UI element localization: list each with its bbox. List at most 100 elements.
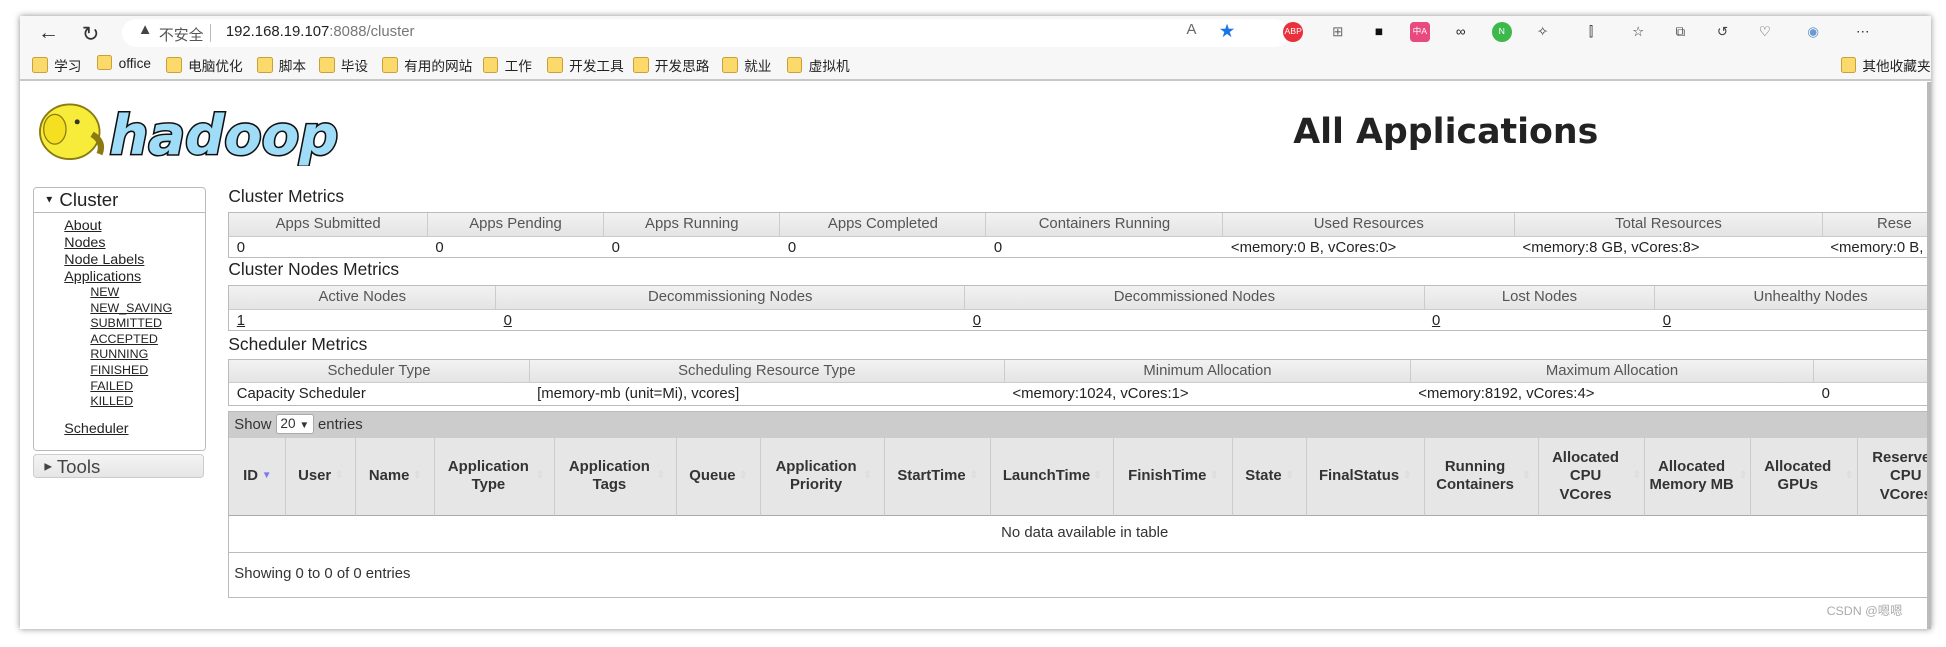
address-bar[interactable]: ▲ 不安全 192.168.19.107:8088/cluster A ★ <box>121 18 1289 48</box>
back-icon[interactable]: ← <box>35 21 62 45</box>
scrollbar[interactable] <box>1927 81 1932 630</box>
column-header-queue[interactable]: Queue ⇕ <box>677 437 761 517</box>
cell-value[interactable]: 1 <box>229 310 496 332</box>
extension-icon[interactable]: ↺ <box>1713 22 1733 42</box>
sidebar-link-nodes[interactable]: Nodes <box>64 235 204 252</box>
column-label: ID <box>243 468 259 485</box>
extension-icon[interactable]: ⫿ <box>1581 22 1601 42</box>
divider <box>209 23 211 43</box>
security-label[interactable]: 不安全 <box>159 24 204 45</box>
page-title: All Applications <box>1293 111 1599 152</box>
cell-value[interactable]: 0 <box>965 310 1424 332</box>
sidebar-state-submitted[interactable]: SUBMITTED <box>64 316 204 332</box>
bookmark-item[interactable]: 开发工具 <box>547 55 624 75</box>
column-header-running-containers[interactable]: Running Containers ⇕ <box>1424 437 1539 517</box>
bookmark-item[interactable]: 虚拟机 <box>786 55 850 75</box>
column-header: Scheduling Resource Type <box>529 359 1006 382</box>
cell-value: [memory-mb (unit=Mi), vcores] <box>537 385 740 402</box>
column-header-starttime[interactable]: StartTime ⇕ <box>884 437 992 517</box>
bookmark-label: 其他收藏夹 <box>1862 58 1931 74</box>
bookmark-item[interactable]: 学习 <box>32 55 81 75</box>
favorite-star-icon[interactable]: ★ <box>1219 20 1236 42</box>
caret-right-icon: ▶ <box>44 461 53 473</box>
read-aloud-icon[interactable]: A <box>1186 22 1196 38</box>
table-row: 0 0 0 0 0 <memory:0 B, vCores:0> <memory:8 GB,… <box>229 235 1928 259</box>
bookmark-item[interactable]: 脚本 <box>256 55 306 75</box>
sidebar-tools[interactable]: ▶ Tools <box>33 454 204 478</box>
column-header-state[interactable]: State ⇕ <box>1233 437 1307 517</box>
folder-icon <box>96 54 113 71</box>
extension-icon[interactable]: ⊞ <box>1328 22 1348 42</box>
bookmark-item[interactable]: 电脑优化 <box>166 55 243 75</box>
bookmarks-bar: 其他收藏夹 学习 office 电脑优化 脚本 毕设 有用的网站 工作 开发工具 开发思路 就业 虚… <box>19 49 1932 82</box>
bookmark-item[interactable]: office <box>96 54 151 71</box>
extension-icon[interactable]: ◉ <box>1803 22 1823 42</box>
extension-icon[interactable]: ∞ <box>1451 22 1471 42</box>
extension-icon[interactable]: ♡ <box>1755 22 1775 42</box>
page-size-select[interactable]: 20 ▼ <box>275 413 314 435</box>
extension-icon[interactable]: ■ <box>1369 22 1389 42</box>
sort-icon: ⇕ <box>739 470 748 482</box>
extension-icon[interactable]: ⧉ <box>1671 22 1691 42</box>
bookmark-item[interactable]: 毕设 <box>318 55 368 75</box>
browser-toolbar: ← ↻ ▲ 不安全 192.168.19.107:8088/cluster A … <box>19 16 1932 50</box>
column-header-application-priority[interactable]: Application Priority ⇕ <box>760 437 885 517</box>
bookmark-item[interactable]: 工作 <box>482 55 532 75</box>
column-header-launchtime[interactable]: LaunchTime ⇕ <box>991 437 1115 517</box>
url-text[interactable]: 192.168.19.107:8088/cluster <box>226 24 415 40</box>
sidebar-link-scheduler[interactable]: Scheduler <box>64 421 204 438</box>
column-label: StartTime <box>897 468 966 485</box>
column-header-finishtime[interactable]: FinishTime ⇕ <box>1114 437 1234 517</box>
column-header-allocated-gpus[interactable]: Allocated GPUs ⇕ <box>1750 437 1858 517</box>
sidebar-state-accepted[interactable]: ACCEPTED <box>64 332 204 348</box>
column-header-name[interactable]: Name ⇕ <box>355 437 436 517</box>
column-header-reserved-cpu-vcores[interactable]: Reserved CPU VCores⇕ <box>1857 437 1928 517</box>
sidebar-state-new[interactable]: NEW <box>64 285 204 301</box>
column-header-application-tags[interactable]: Application Tags ⇕ <box>554 437 678 517</box>
column-header-allocated-cpu-vcores[interactable]: Allocated CPU VCores ⇕ <box>1538 437 1646 517</box>
sidebar-state-killed[interactable]: KILLED <box>64 394 204 410</box>
sort-icon: ⇕ <box>1738 470 1748 482</box>
cell-value: Capacity Scheduler <box>236 385 366 402</box>
extension-icon[interactable]: 中A <box>1409 22 1430 43</box>
extension-icon[interactable]: ✧ <box>1533 22 1553 42</box>
warning-icon: ▲ <box>137 22 153 39</box>
bookmark-label: 就业 <box>744 58 772 74</box>
tools-label: Tools <box>56 456 101 478</box>
sort-desc-icon: ▼ <box>261 470 272 482</box>
bookmark-item[interactable]: 开发思路 <box>632 55 709 75</box>
table-length-control: Show 20 ▼ entries <box>229 411 1928 438</box>
extension-icon[interactable]: N <box>1491 22 1512 43</box>
cell-value[interactable]: 0 <box>496 310 965 332</box>
sidebar-link-applications[interactable]: Applications <box>64 269 204 286</box>
page-size-value: 20 <box>280 415 296 431</box>
cell-value[interactable]: 0 <box>1425 310 1656 332</box>
bookmark-label: 工作 <box>504 58 532 74</box>
refresh-icon[interactable]: ↻ <box>77 21 104 47</box>
sidebar-state-new_saving[interactable]: NEW_SAVING <box>64 301 204 317</box>
bookmark-item[interactable]: 就业 <box>722 55 771 75</box>
column-header-application-type[interactable]: Application Type ⇕ <box>435 437 555 517</box>
cluster-metrics-table: Apps Submitted Apps Pending Apps Running Ap… <box>228 212 1928 259</box>
sidebar-link-about[interactable]: About <box>64 218 204 235</box>
column-header-finalstatus[interactable]: FinalStatus ⇕ <box>1306 437 1425 517</box>
column-header: Containers Running <box>986 213 1224 236</box>
column-label: Running Containers <box>1436 458 1514 494</box>
cluster-toggle[interactable]: ▼ Cluster <box>34 188 205 213</box>
extension-icon[interactable]: ⋯ <box>1853 22 1873 42</box>
column-header-allocated-memory-mb[interactable]: Allocated Memory MB ⇕ <box>1645 437 1751 517</box>
column-label: State <box>1245 468 1282 485</box>
cell-value: 0 <box>993 239 1003 256</box>
sidebar-state-failed[interactable]: FAILED <box>64 379 204 395</box>
extension-icon[interactable]: ABP <box>1283 22 1304 43</box>
sidebar-state-finished[interactable]: FINISHED <box>64 363 204 379</box>
extension-icon[interactable]: ☆ <box>1628 22 1648 42</box>
bookmark-item[interactable]: 有用的网站 <box>382 55 472 75</box>
cell-value[interactable]: 0 <box>1655 310 1927 332</box>
column-header-id[interactable]: ID ▼ <box>229 437 287 517</box>
bookmark-other[interactable]: 其他收藏夹 <box>1840 55 1931 75</box>
sidebar-state-running[interactable]: RUNNING <box>64 347 204 363</box>
column-header-user[interactable]: User ⇕ <box>286 437 356 517</box>
applications-table: Show 20 ▼ entries No data available in t… <box>228 410 1928 599</box>
sidebar-link-node-labels[interactable]: Node Labels <box>64 252 204 269</box>
